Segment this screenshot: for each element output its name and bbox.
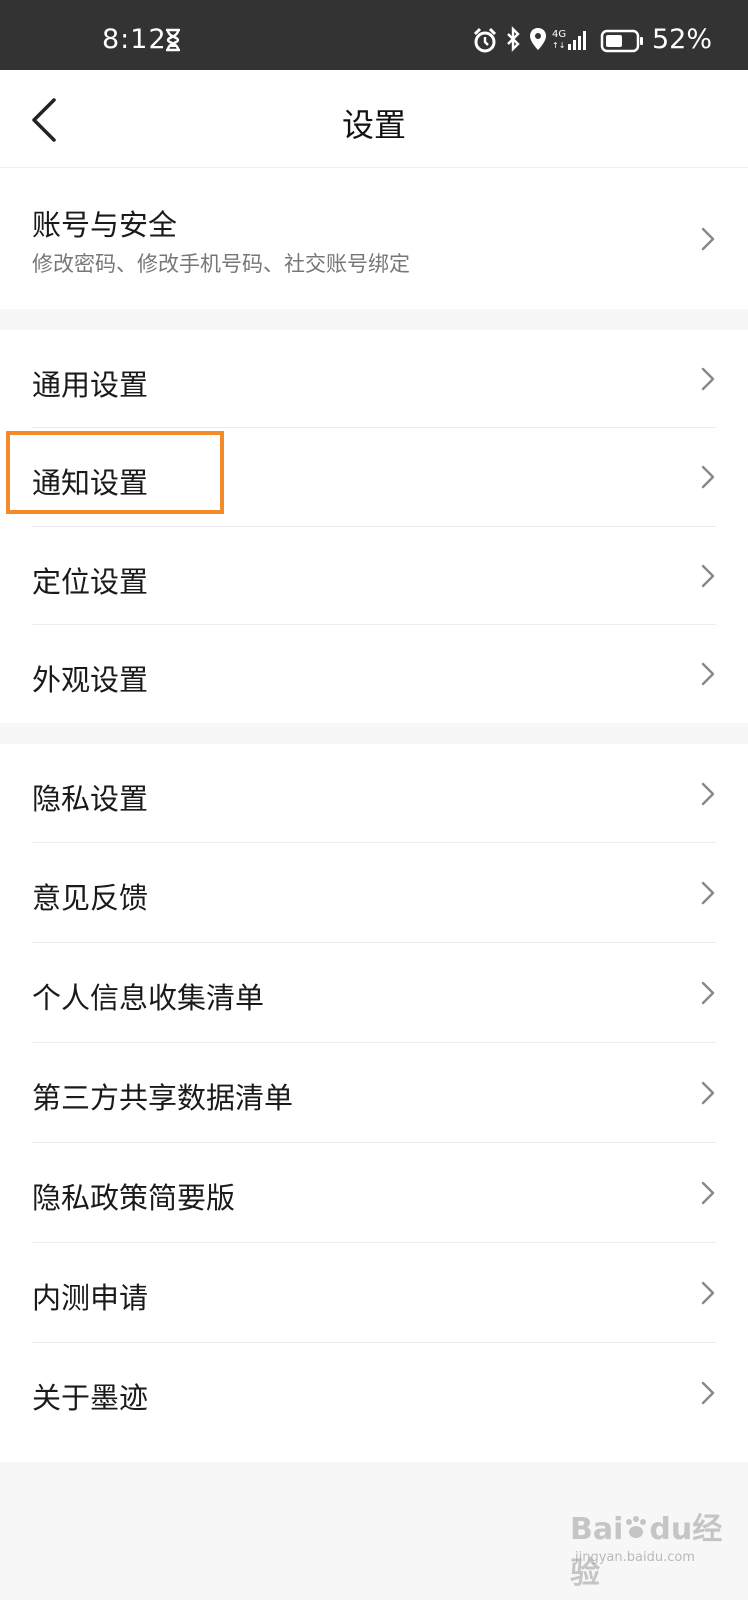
settings-item-feedback[interactable]: 意见反馈 — [0, 843, 748, 943]
chevron-right-icon — [701, 662, 715, 686]
settings-item-general[interactable]: 通用设置 — [0, 330, 748, 428]
settings-item-label: 外观设置 — [32, 663, 149, 697]
svg-text:↑↓: ↑↓ — [552, 41, 565, 50]
settings-item-label: 内测申请 — [32, 1281, 149, 1315]
highlight-annotation — [6, 431, 224, 514]
settings-item-label: 关于墨迹 — [32, 1381, 149, 1415]
chevron-right-icon — [701, 1081, 715, 1105]
settings-item-privacy-policy-brief[interactable]: 隐私政策简要版 — [0, 1143, 748, 1243]
watermark-url: jingyan.baidu.com — [575, 1550, 695, 1565]
settings-item-label: 意见反馈 — [32, 881, 149, 915]
chevron-right-icon — [701, 465, 715, 489]
chevron-right-icon — [701, 1181, 715, 1205]
chevron-right-icon — [701, 227, 715, 251]
paw-icon — [626, 1516, 647, 1538]
bluetooth-icon — [507, 26, 520, 52]
settings-item-third-party-list[interactable]: 第三方共享数据清单 — [0, 1043, 748, 1143]
chevron-right-icon — [701, 1281, 715, 1305]
chevron-right-icon — [701, 1381, 715, 1405]
settings-group-2: 隐私设置 意见反馈 个人信息收集清单 第三方共享数据清单 隐私政策简要版 内测申… — [0, 744, 748, 1462]
settings-item-label: 第三方共享数据清单 — [32, 1081, 294, 1115]
page-title: 设置 — [341, 106, 406, 144]
header: 设置 — [0, 70, 748, 168]
settings-item-label: 个人信息收集清单 — [32, 981, 265, 1015]
battery-icon — [600, 29, 643, 53]
watermark-brand2: du — [649, 1512, 693, 1547]
settings-item-label: 隐私设置 — [32, 782, 149, 816]
chevron-right-icon — [701, 564, 715, 588]
settings-group-1: 通用设置 通知设置 定位设置 外观设置 — [0, 330, 748, 723]
chevron-right-icon — [701, 367, 715, 391]
signal-icon: 4G ↑↓ — [552, 29, 586, 50]
chevron-right-icon — [701, 782, 715, 806]
watermark-brand: Bai — [570, 1512, 624, 1547]
chevron-right-icon — [701, 981, 715, 1005]
status-bar: 8:12 4G ↑↓ 52% — [0, 0, 748, 70]
account-security-sub: 修改密码、修改手机号码、社交账号绑定 — [32, 252, 410, 276]
settings-item-beta-apply[interactable]: 内测申请 — [0, 1243, 748, 1343]
hourglass-icon — [166, 28, 180, 52]
settings-item-label: 定位设置 — [32, 565, 149, 599]
settings-item-location[interactable]: 定位设置 — [0, 527, 748, 625]
account-group: 账号与安全 修改密码、修改手机号码、社交账号绑定 — [0, 168, 748, 309]
chevron-right-icon — [701, 881, 715, 905]
settings-item-about[interactable]: 关于墨迹 — [0, 1343, 748, 1462]
settings-item-privacy[interactable]: 隐私设置 — [0, 744, 748, 843]
settings-item-personal-info-list[interactable]: 个人信息收集清单 — [0, 943, 748, 1043]
alarm-icon — [473, 27, 497, 53]
account-security-label: 账号与安全 — [32, 208, 178, 242]
status-time: 8:12 — [102, 24, 167, 55]
settings-item-appearance[interactable]: 外观设置 — [0, 625, 748, 723]
account-security-row[interactable]: 账号与安全 修改密码、修改手机号码、社交账号绑定 — [0, 168, 748, 309]
settings-item-label: 通用设置 — [32, 368, 149, 402]
svg-text:4G: 4G — [552, 29, 566, 40]
battery-percent: 52% — [652, 24, 713, 55]
settings-item-label: 隐私政策简要版 — [32, 1181, 236, 1215]
location-icon — [530, 28, 546, 50]
